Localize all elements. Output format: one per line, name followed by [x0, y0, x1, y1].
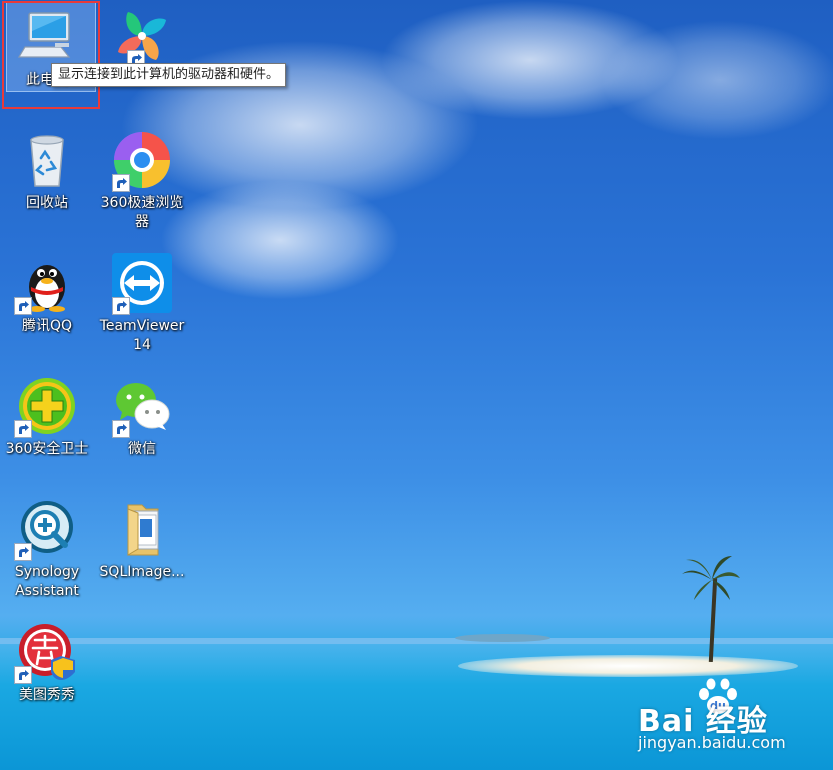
recycle-bin-icon	[17, 130, 77, 190]
meitu-icon	[14, 622, 77, 684]
desktop-icon-label: Synology Assistant	[14, 564, 80, 599]
wallpaper-cloud	[600, 20, 833, 140]
desktop-icon-wechat[interactable]: 微信	[99, 376, 185, 459]
flower-app-icon	[112, 6, 172, 68]
desktop-icon-label: SQLImage...	[99, 564, 185, 580]
watermark: du Bai 经验 jingyan.baidu.com	[630, 678, 820, 758]
shortcut-arrow-icon	[112, 420, 130, 438]
wechat-icon	[112, 376, 172, 438]
shortcut-arrow-icon	[14, 666, 32, 684]
desktop[interactable]: 此电脑 回收站 360极速浏览 器 腾讯QQ TeamViewer 14 360…	[0, 0, 833, 770]
desktop-icon-360-security[interactable]: 360安全卫士	[4, 376, 90, 459]
qq-penguin-icon	[14, 253, 77, 315]
wallpaper-island	[458, 655, 798, 677]
360-security-icon	[14, 376, 77, 438]
tooltip: 显示连接到此计算机的驱动器和硬件。	[51, 63, 287, 87]
desktop-icon-label: TeamViewer 14	[99, 318, 185, 353]
shortcut-arrow-icon	[14, 297, 32, 315]
teamviewer-icon	[112, 253, 172, 315]
desktop-icon-label: 360安全卫士	[5, 441, 89, 457]
wallpaper-far-island	[455, 634, 550, 642]
desktop-icon-sqlimage[interactable]: SQLImage...	[99, 499, 185, 582]
desktop-icon-label: 美图秀秀	[19, 687, 75, 703]
shortcut-arrow-icon	[112, 174, 130, 192]
desktop-icon-360-browser[interactable]: 360极速浏览 器	[99, 130, 185, 232]
shortcut-arrow-icon	[112, 297, 130, 315]
shortcut-arrow-icon	[14, 420, 32, 438]
wallpaper-palm-leaves	[682, 556, 740, 600]
watermark-url: jingyan.baidu.com	[638, 733, 786, 752]
desktop-icon-label: 腾讯QQ	[21, 318, 73, 334]
desktop-icon-meitu[interactable]: 美图秀秀	[4, 622, 90, 705]
360-browser-icon	[112, 130, 172, 192]
folder-icon	[112, 499, 172, 559]
desktop-icon-label: 回收站	[26, 195, 68, 211]
desktop-icon-qq[interactable]: 腾讯QQ	[4, 253, 90, 336]
shortcut-arrow-icon	[14, 543, 32, 561]
synology-assistant-icon	[14, 499, 77, 561]
desktop-icon-teamviewer[interactable]: TeamViewer 14	[99, 253, 185, 355]
wallpaper-horizon	[0, 638, 833, 644]
wallpaper-cloud	[160, 180, 400, 300]
desktop-icon-label: 微信	[128, 441, 156, 457]
desktop-icon-label: 360极速浏览 器	[100, 195, 184, 230]
desktop-icon-unnamed-app[interactable]	[99, 6, 185, 70]
desktop-icon-recycle-bin[interactable]: 回收站	[4, 130, 90, 213]
desktop-icon-synology-assistant[interactable]: Synology Assistant	[4, 499, 90, 601]
highlight-box	[2, 1, 100, 109]
